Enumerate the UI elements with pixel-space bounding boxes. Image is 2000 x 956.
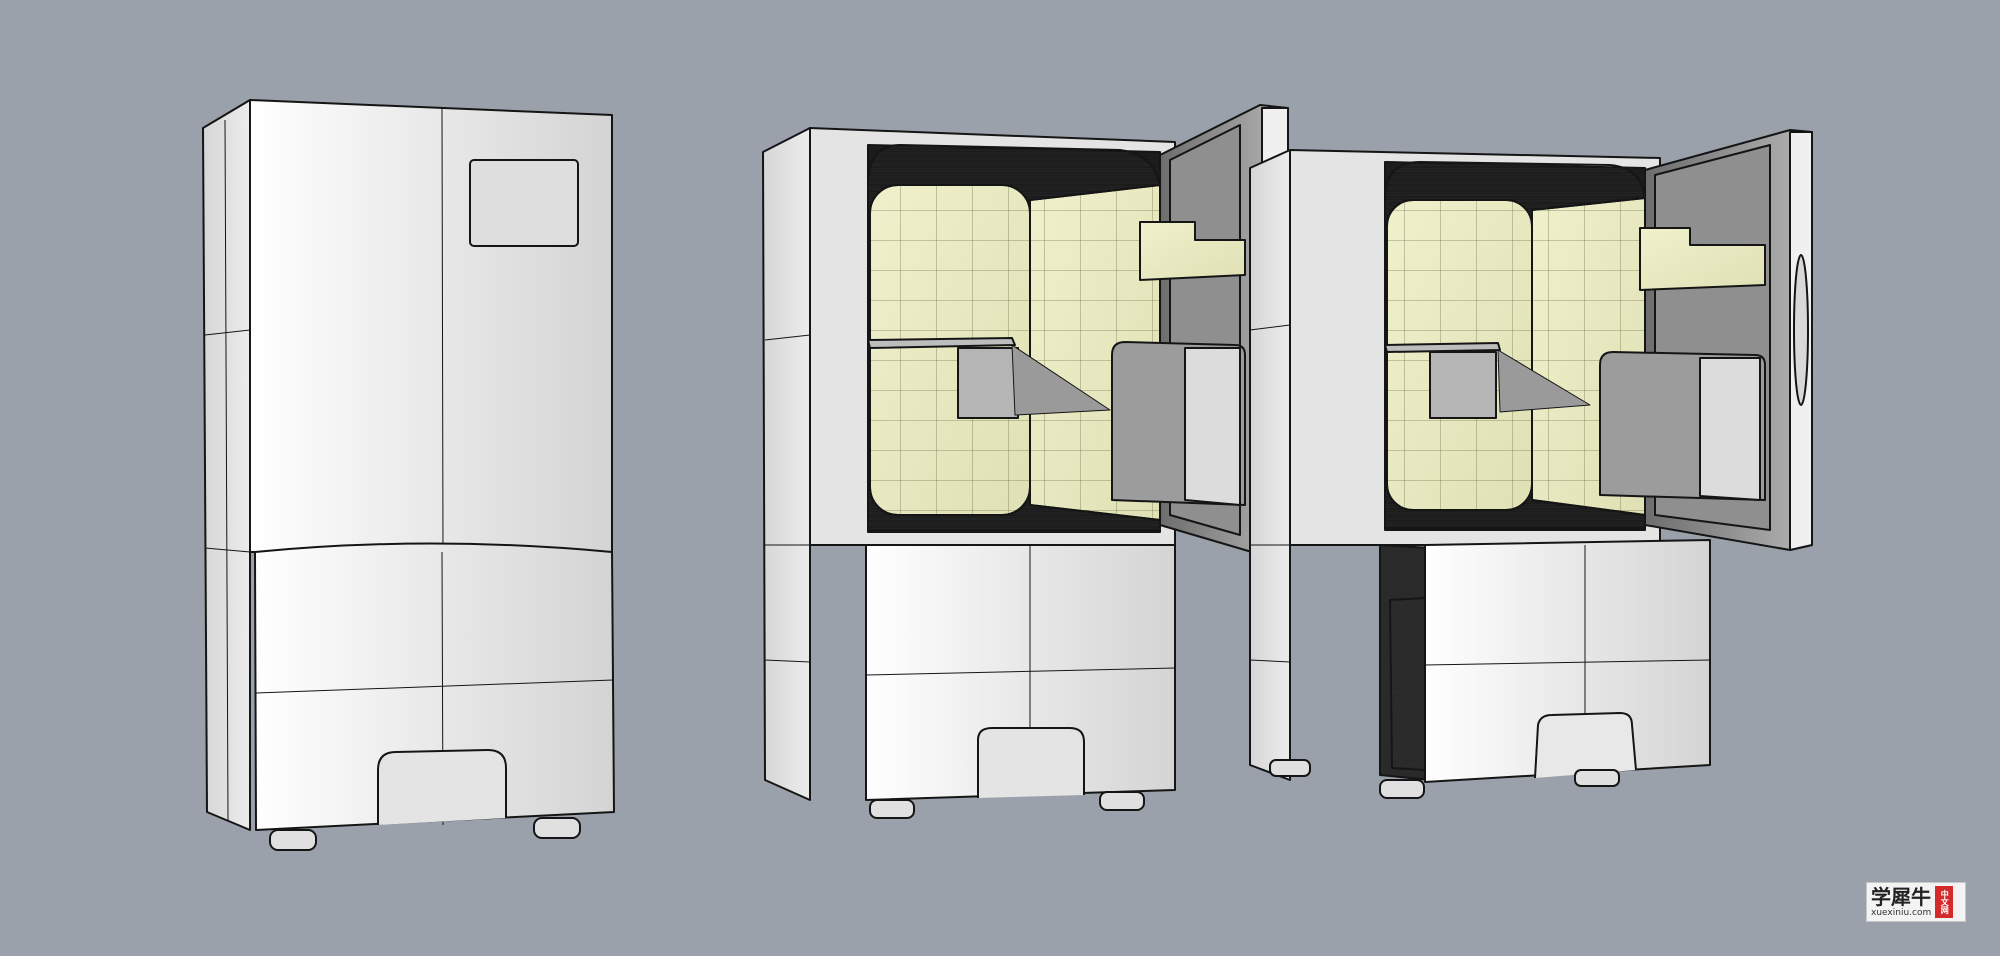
watermark-url: xuexiniu.com bbox=[1871, 907, 1932, 918]
watermark-seal: 中文网 bbox=[1935, 886, 1954, 918]
refrigerator-upper-door-open bbox=[762, 104, 1289, 819]
site-watermark: 学犀牛 xuexiniu.com 中文网 bbox=[1866, 882, 1966, 922]
refrigerator-both-doors-open bbox=[1249, 129, 1813, 799]
refrigerator-closed bbox=[202, 99, 615, 851]
viewport-canvas bbox=[202, 99, 1813, 851]
rhino-render-viewport: 学犀牛 xuexiniu.com 中文网 bbox=[0, 0, 2000, 956]
watermark-logo-text: 学犀牛 bbox=[1871, 884, 1931, 909]
